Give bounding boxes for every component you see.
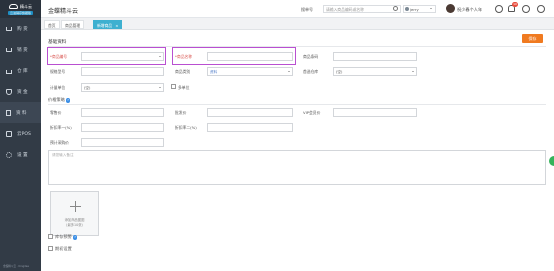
sidebar: 精斗云 云进销存旗舰版 购 货 销 货 仓 库 资 金 资 料 云POS 设 置…: [0, 0, 41, 271]
feedback-widget-icon[interactable]: [549, 156, 554, 166]
sidebar-item-label: 仓 库: [17, 68, 28, 74]
sidebar-item-data[interactable]: 资 料: [0, 102, 41, 123]
stock-warning-label: 库存预警?: [55, 234, 78, 240]
barcode-input[interactable]: [333, 52, 417, 61]
period-setting-label: 期初设置: [55, 246, 72, 251]
help-icon[interactable]: ?: [65, 98, 71, 103]
sidebar-item-settings[interactable]: 设 置: [0, 144, 41, 165]
section-basic-title: 基础资料: [48, 40, 67, 45]
category-select[interactable]: 资料: [207, 67, 293, 76]
tab-new-product[interactable]: 新增商品 ×: [93, 20, 123, 29]
cart-icon: [6, 47, 12, 52]
multi-unit-checkbox[interactable]: [171, 84, 176, 89]
sidebar-item-label: 云POS: [17, 131, 31, 137]
retail-price-label: 零售价: [50, 110, 62, 115]
search-input[interactable]: 请输入商品编码或名称: [323, 5, 401, 13]
warehouse-select[interactable]: (空): [333, 67, 417, 76]
discount1-label: 折扣率一(%): [50, 125, 72, 130]
top-header: 金蝶精斗云 搜单号 请输入商品编码或名称 jerry 祝少春个人年 10: [41, 0, 554, 18]
main-content: 基础资料 保存 *商品编号 *商品名称 商品条码 规格型号 商品类别 资料 首选…: [41, 30, 554, 271]
section-price-title: 价格策略?: [48, 97, 71, 103]
wholesale-price-input[interactable]: [207, 108, 293, 117]
sidebar-item-label: 销 货: [17, 47, 28, 53]
unit-select[interactable]: (空): [81, 83, 164, 92]
plus-icon: [75, 201, 77, 212]
tab-label: 新增商品: [97, 22, 113, 28]
chevron-down-icon: [412, 71, 414, 72]
name-input[interactable]: [207, 52, 293, 61]
sidebar-item-funds[interactable]: 资 金: [0, 81, 41, 102]
notification-badge: 10: [512, 2, 518, 7]
document-icon: [6, 109, 11, 116]
multi-unit-label: 多单位: [178, 85, 190, 90]
chevron-down-icon: [430, 8, 432, 9]
barcode-label: 商品条码: [303, 54, 319, 59]
spec-input[interactable]: [81, 67, 164, 76]
avatar[interactable]: [446, 4, 455, 13]
logo-subtitle: 云进销存旗舰版: [7, 10, 33, 15]
close-icon[interactable]: ×: [115, 23, 118, 28]
purchase-price-input[interactable]: [81, 138, 164, 147]
code-input[interactable]: [81, 52, 164, 61]
spec-label: 规格型号: [50, 69, 66, 74]
sidebar-item-pos[interactable]: 云POS: [0, 123, 41, 144]
unit-label: 计量单位: [50, 85, 66, 90]
add-image-button[interactable]: 添加商品图图 (最多10张): [50, 191, 99, 236]
discount2-label: 折扣率二(%): [175, 125, 197, 130]
settings-icon[interactable]: [537, 5, 545, 13]
vip-price-label: VIP会员价: [303, 110, 321, 115]
save-button[interactable]: 保存: [522, 34, 543, 43]
search-icon[interactable]: [393, 6, 398, 11]
purchase-price-label: 预计采购价: [50, 140, 69, 145]
cart-icon: [6, 26, 12, 31]
search-scope-select[interactable]: 搜单号: [301, 7, 313, 13]
greeting-text: 祝少春个人年: [457, 7, 483, 12]
tab-product-management[interactable]: 商品管理: [61, 20, 85, 29]
warehouse-icon: [6, 69, 12, 74]
pos-icon: [6, 130, 12, 137]
sidebar-item-label: 购 货: [17, 26, 28, 32]
stock-warning-checkbox[interactable]: [48, 234, 53, 239]
gear-icon: [6, 151, 12, 158]
period-setting-checkbox[interactable]: [48, 246, 53, 251]
sidebar-item-label: 设 置: [17, 152, 28, 158]
sidebar-item-warehouse[interactable]: 仓 库: [0, 60, 41, 81]
code-label: *商品编号: [50, 54, 68, 59]
warehouse-label: 首选仓库: [303, 69, 319, 74]
tab-label: 首页: [48, 22, 56, 28]
discount1-input[interactable]: [81, 123, 164, 132]
category-label: 商品类别: [175, 69, 191, 74]
money-icon: [6, 88, 12, 95]
name-label: *商品名称: [175, 54, 193, 59]
cloud-logo-icon: [9, 4, 18, 9]
vip-price-input[interactable]: [333, 108, 417, 117]
sidebar-footer: 金蝶精斗云 · Kingdee: [3, 265, 29, 268]
user-icon: [405, 6, 409, 11]
back-icon[interactable]: [522, 5, 530, 13]
chevron-down-icon: [288, 71, 290, 72]
help-icon[interactable]: ?: [72, 235, 78, 240]
retail-price-input[interactable]: [81, 108, 164, 117]
tab-home[interactable]: 首页: [44, 20, 60, 29]
chevron-down-icon: [159, 87, 161, 88]
sidebar-item-purchase[interactable]: 购 货: [0, 18, 41, 39]
check-circle-icon[interactable]: [495, 5, 503, 13]
logo-name: 精斗云: [20, 3, 32, 9]
sidebar-item-sales[interactable]: 销 货: [0, 39, 41, 60]
app-title: 金蝶精斗云: [48, 8, 79, 15]
discount2-input[interactable]: [207, 123, 293, 132]
upload-hint: (最多10张): [66, 223, 83, 227]
divider: [48, 104, 546, 105]
remark-textarea[interactable]: 请您输入备注: [48, 150, 546, 185]
tab-label: 商品管理: [65, 22, 81, 28]
tab-bar: 首页 商品管理 新增商品 ×: [41, 18, 554, 30]
wholesale-price-label: 批发价: [175, 110, 187, 115]
logo[interactable]: 精斗云 云进销存旗舰版: [0, 0, 41, 18]
sidebar-item-label: 资 金: [17, 89, 28, 95]
chevron-down-icon: [159, 56, 161, 57]
sidebar-item-label: 资 料: [16, 110, 27, 116]
